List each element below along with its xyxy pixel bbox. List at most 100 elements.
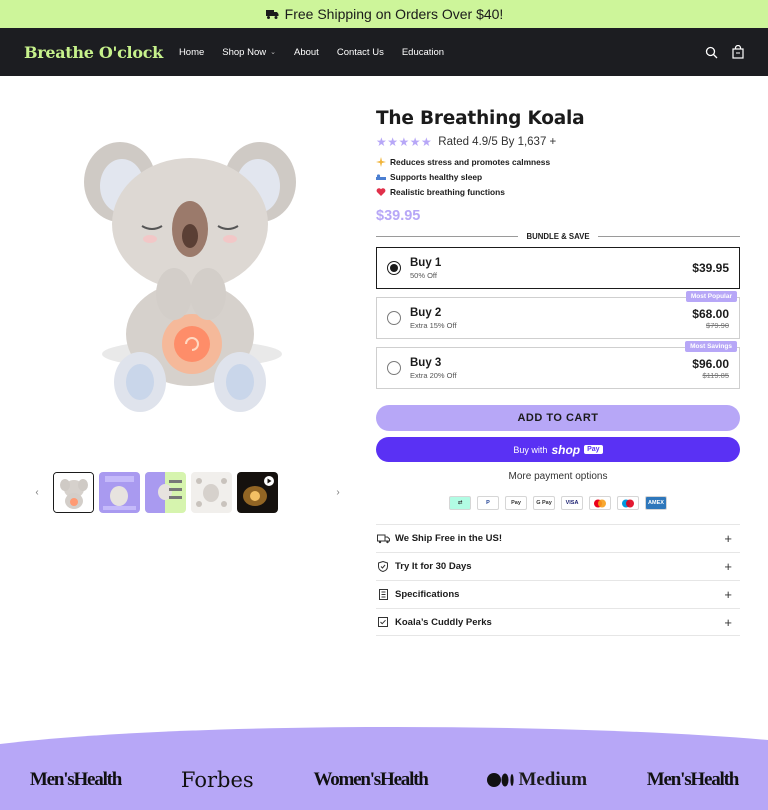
add-to-cart-button[interactable]: ADD TO CART	[376, 405, 740, 431]
shop-pay-button[interactable]: Buy with shop Pay	[376, 437, 740, 462]
option-price: $96.00	[692, 356, 729, 371]
nav-home[interactable]: Home	[179, 47, 204, 58]
accordion-specifications[interactable]: Specifications +	[376, 580, 740, 608]
benefit-text: Realistic breathing functions	[390, 187, 505, 197]
product-accordion: We Ship Free in the US! + Try It for 30 …	[376, 524, 740, 636]
option-price: $68.00	[692, 306, 729, 321]
medium-icon	[487, 773, 515, 787]
medium-wordmark: Medium	[518, 769, 588, 790]
bundle-header: BUNDLE & SAVE	[376, 232, 741, 241]
wave-background	[0, 726, 768, 810]
bundle-option-buy-3[interactable]: Most Savings Buy 3 Extra 20% Off $96.00 …	[376, 341, 740, 389]
rating-row: ★★★★★ Rated 4.9/5 By 1,637 +	[376, 135, 740, 149]
sparkle-icon	[376, 157, 386, 167]
accordion-label: We Ship Free in the US!	[395, 533, 502, 544]
benefit-item: Supports healthy sleep	[376, 172, 740, 182]
thumbnail-strip: ‹ ›	[26, 472, 349, 513]
gallery-prev-arrow[interactable]: ‹	[26, 487, 48, 498]
product-title: The Breathing Koala	[376, 108, 585, 129]
option-compare-price: $119.85	[702, 370, 729, 380]
header-icons	[705, 45, 744, 59]
announcement-bar: Free Shipping on Orders Over $40!	[0, 0, 768, 28]
nav-contact[interactable]: Contact Us	[337, 47, 384, 58]
bundle-option-buy-2[interactable]: Most Popular Buy 2 Extra 15% Off $68.00 …	[376, 291, 740, 339]
announcement-text: Free Shipping on Orders Over $40!	[284, 6, 504, 22]
more-payment-options-link[interactable]: More payment options	[376, 471, 740, 482]
divider	[597, 236, 741, 237]
search-icon[interactable]	[705, 46, 718, 59]
option-subtitle: Extra 15% Off	[410, 320, 457, 330]
visa-icon: VISA	[561, 496, 583, 510]
press-logos: Men'sHealth Forbes Women'sHealth Medium …	[0, 768, 768, 792]
chevron-down-icon: ⌄	[270, 49, 276, 56]
paypal-icon: P	[477, 496, 499, 510]
checkbox-icon	[378, 617, 388, 627]
product-info: The Breathing Koala ★★★★★ Rated 4.9/5 By…	[376, 108, 741, 636]
option-title: Buy 1	[410, 256, 442, 269]
nav-shop-now-label: Shop Now	[222, 46, 267, 58]
heart-icon	[376, 188, 386, 196]
site-header: Breathe O'clock Home Shop Now ⌄ About Con…	[0, 28, 768, 76]
apple-pay-icon: Pay	[505, 496, 527, 510]
koala-thumbnail-image	[54, 473, 93, 512]
truck-icon	[265, 10, 279, 19]
thumbnail-3[interactable]	[145, 472, 186, 513]
amex-icon: AMEX	[645, 496, 667, 510]
option-subtitle: 50% Off	[410, 270, 437, 280]
radio-button[interactable]	[387, 361, 401, 375]
pay-badge: Pay	[584, 445, 603, 454]
nav-about[interactable]: About	[294, 47, 319, 58]
brand-logo[interactable]: Breathe O'clock	[24, 43, 163, 62]
product-gallery: ‹ ›	[0, 76, 368, 513]
benefit-text: Supports healthy sleep	[390, 172, 483, 182]
option-compare-price: $79.90	[706, 320, 729, 330]
cart-icon[interactable]	[732, 45, 744, 59]
benefit-item: Realistic breathing functions	[376, 187, 740, 197]
thumbnail-1[interactable]	[53, 472, 94, 513]
accordion-label: Koala’s Cuddly Perks	[395, 616, 492, 628]
press-logo-mens-health-2: Men'sHealth	[646, 769, 740, 790]
radio-button[interactable]	[387, 311, 401, 325]
infographic-thumbnail-image	[145, 472, 186, 513]
accordion-label: Try It for 30 Days	[395, 561, 472, 572]
shield-check-icon	[378, 561, 388, 572]
document-icon	[378, 589, 388, 600]
google-pay-icon: G Pay	[533, 496, 555, 510]
radio-button[interactable]	[387, 261, 401, 275]
rating-text: Rated 4.9/5 By 1,637 +	[438, 136, 557, 148]
video-thumbnail-image	[237, 472, 278, 513]
star-rating-icon: ★★★★★	[376, 135, 433, 149]
main-nav: Home Shop Now ⌄ About Contact Us Educatio…	[179, 47, 444, 58]
option-title: Buy 2	[410, 306, 442, 319]
option-title: Buy 3	[410, 356, 442, 369]
press-band: Men'sHealth Forbes Women'sHealth Medium …	[0, 722, 768, 810]
plus-icon: +	[724, 531, 732, 546]
product-image-koala[interactable]	[70, 124, 310, 454]
nav-education[interactable]: Education	[402, 47, 444, 58]
product-price: $39.95	[376, 208, 421, 224]
lifestyle-thumbnail-image	[99, 472, 140, 513]
accordion-trial[interactable]: Try It for 30 Days +	[376, 552, 740, 580]
shop-logo: shop	[551, 442, 581, 457]
press-logo-forbes: Forbes	[180, 768, 254, 792]
mastercard-icon	[589, 496, 611, 510]
thumbnail-2[interactable]	[99, 472, 140, 513]
bundle-label: BUNDLE & SAVE	[526, 232, 590, 241]
most-savings-badge: Most Savings	[685, 341, 737, 352]
sleep-icon	[376, 174, 386, 180]
bundle-option-buy-1[interactable]: Buy 1 50% Off $39.95	[376, 247, 740, 289]
accordion-cuddly-perks[interactable]: Koala’s Cuddly Perks +	[376, 608, 740, 636]
benefits-list: Reduces stress and promotes calmness Sup…	[376, 157, 740, 197]
most-popular-badge: Most Popular	[685, 291, 737, 302]
benefit-item: Reduces stress and promotes calmness	[376, 157, 740, 167]
thumbnail-video[interactable]	[237, 472, 278, 513]
gallery-next-arrow[interactable]: ›	[327, 487, 349, 498]
afterpay-icon: ⇄	[449, 496, 471, 510]
maestro-icon	[617, 496, 639, 510]
nav-shop-now[interactable]: Shop Now ⌄	[222, 47, 276, 58]
accordion-free-shipping[interactable]: We Ship Free in the US! +	[376, 524, 740, 552]
truck-icon	[376, 534, 390, 543]
thumbnail-4[interactable]	[191, 472, 232, 513]
shop-pay-prefix: Buy with	[513, 444, 548, 455]
press-logo-mens-health: Men'sHealth	[29, 769, 123, 790]
